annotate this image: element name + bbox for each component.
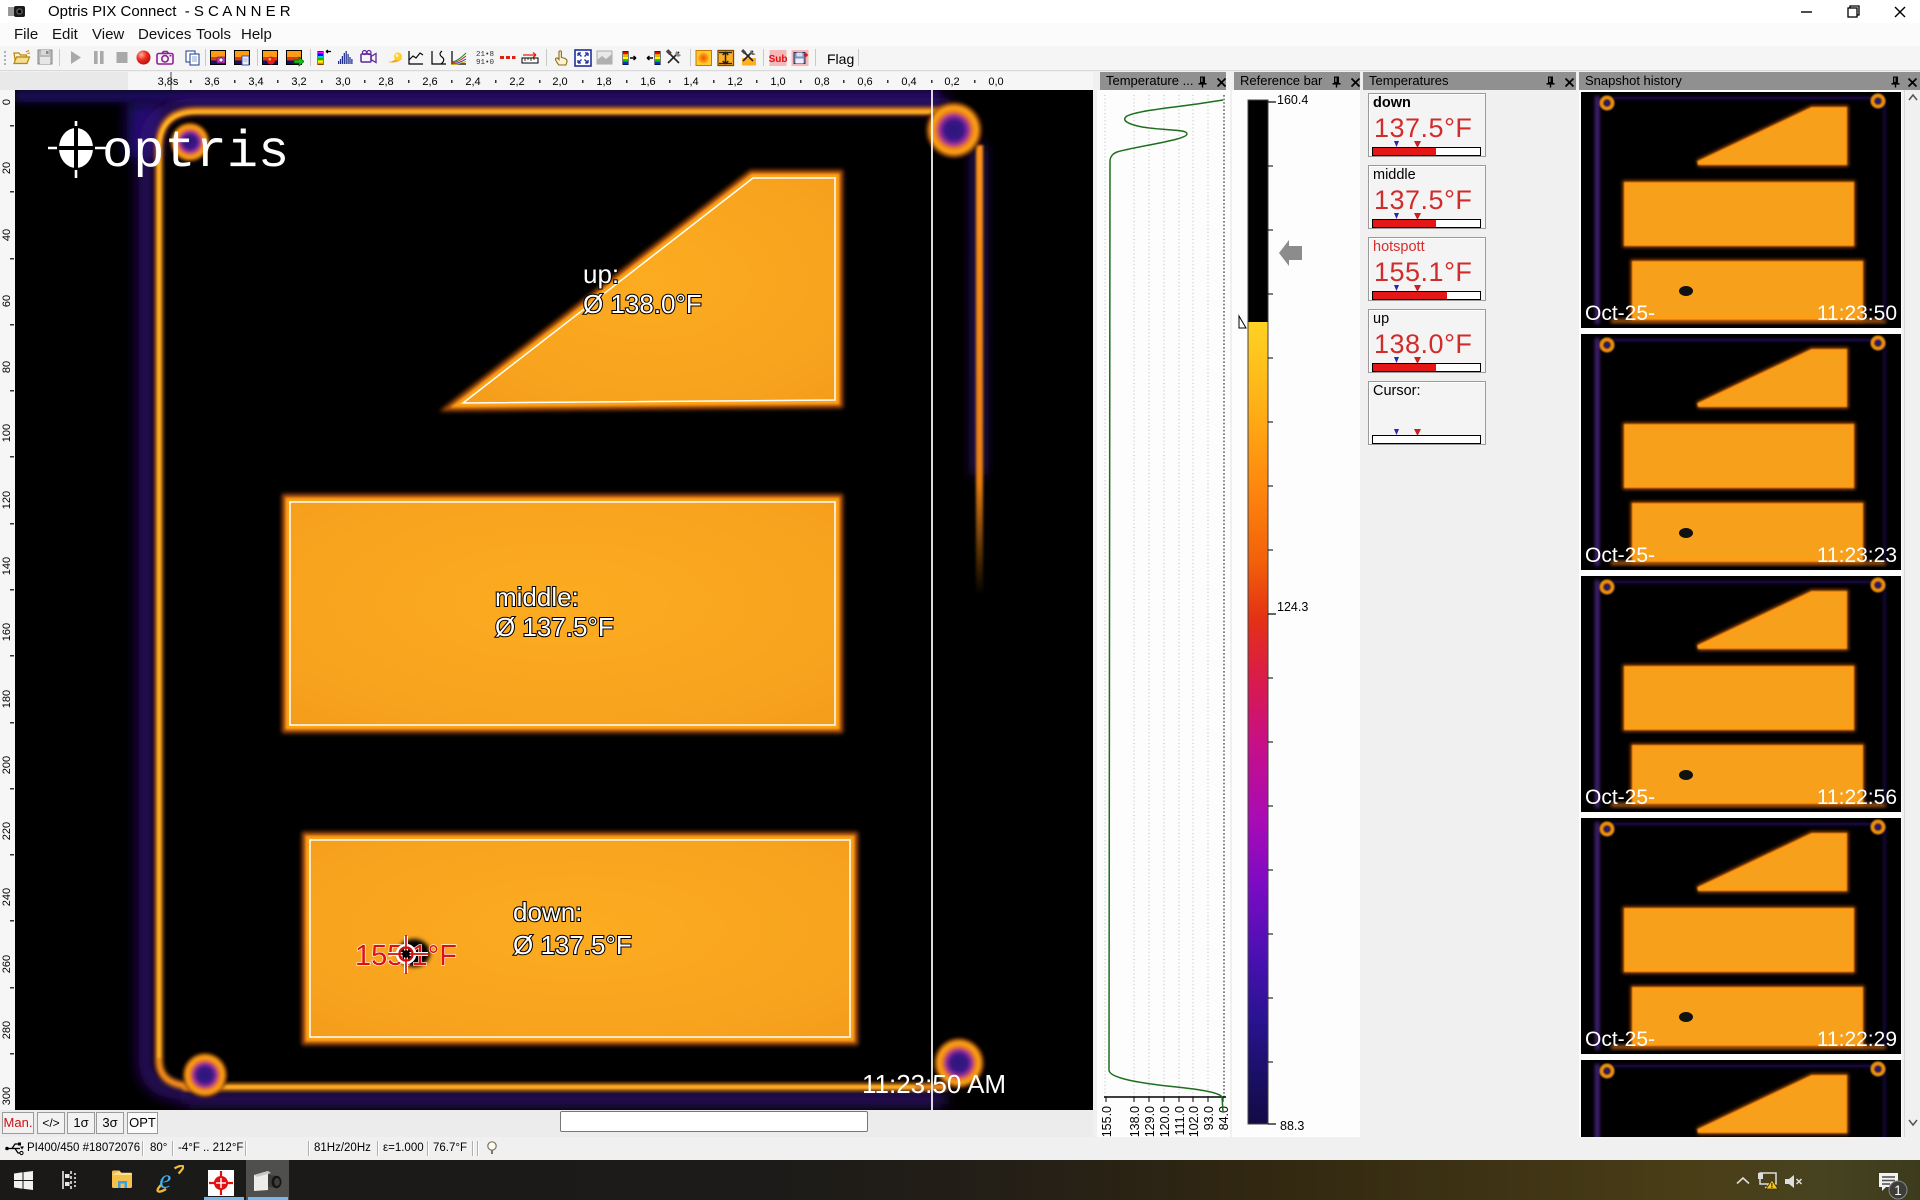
svg-text:3,8s: 3,8s — [158, 76, 179, 88]
svg-text:11:22:29: 11:22:29 — [1817, 1028, 1897, 1051]
svg-text:80: 80 — [1, 361, 13, 373]
svg-text:220: 220 — [1, 822, 13, 840]
svg-text:100: 100 — [1, 424, 13, 442]
svg-text:93.0: 93.0 — [1202, 1106, 1216, 1130]
svg-text:11:23:50 AM: 11:23:50 AM — [862, 1069, 1006, 1099]
svg-text:1,6: 1,6 — [640, 76, 655, 88]
svg-text:240: 240 — [1, 888, 13, 906]
svg-text:3,0: 3,0 — [335, 76, 350, 88]
svg-text:2,6: 2,6 — [422, 76, 437, 88]
svg-text:102.0: 102.0 — [1187, 1106, 1201, 1137]
svg-text:124.3: 124.3 — [1277, 600, 1308, 614]
svg-text:91•0: 91•0 — [476, 59, 495, 67]
svg-text:Oct-25-: Oct-25- — [1585, 786, 1655, 809]
svg-text:138.0: 138.0 — [1128, 1106, 1142, 1137]
svg-text:2,8: 2,8 — [378, 76, 393, 88]
svg-text:e: e — [159, 1165, 171, 1193]
svg-text:20: 20 — [1, 162, 13, 174]
svg-text:120: 120 — [1, 491, 13, 509]
svg-text:60: 60 — [1, 295, 13, 307]
svg-text:3,6: 3,6 — [204, 76, 219, 88]
svg-text:1,8: 1,8 — [596, 76, 611, 88]
svg-text:1,0: 1,0 — [770, 76, 785, 88]
svg-text:1,4: 1,4 — [683, 76, 698, 88]
svg-text:0,6: 0,6 — [857, 76, 872, 88]
svg-text:up:: up: — [583, 259, 619, 289]
svg-text:3,2: 3,2 — [291, 76, 306, 88]
svg-text:129.0: 129.0 — [1143, 1106, 1157, 1137]
svg-text:155.0: 155.0 — [1100, 1106, 1114, 1137]
svg-text:0,4: 0,4 — [901, 76, 916, 88]
svg-text:160: 160 — [1, 623, 13, 641]
svg-text:11:23:50: 11:23:50 — [1817, 302, 1897, 325]
svg-text:0,0: 0,0 — [988, 76, 1003, 88]
svg-text:Ø 138.0°F: Ø 138.0°F — [583, 289, 702, 319]
svg-text:200: 200 — [1, 756, 13, 774]
svg-text:111.0: 111.0 — [1173, 1106, 1187, 1135]
svg-text:middle:: middle: — [495, 582, 579, 612]
svg-text:Oct-25-: Oct-25- — [1585, 1028, 1655, 1051]
svg-text:0,2: 0,2 — [944, 76, 959, 88]
svg-text:180: 180 — [1, 690, 13, 708]
svg-text:11:23:23: 11:23:23 — [1817, 544, 1897, 567]
svg-text:optris: optris — [102, 123, 289, 182]
svg-text:1,2: 1,2 — [727, 76, 742, 88]
svg-text:160.4: 160.4 — [1277, 93, 1308, 107]
svg-text:1: 1 — [1894, 1183, 1902, 1198]
svg-text:0,8: 0,8 — [814, 76, 829, 88]
svg-text:2,4: 2,4 — [465, 76, 480, 88]
svg-text:2,2: 2,2 — [509, 76, 524, 88]
svg-text:0: 0 — [1, 99, 13, 105]
svg-text:280: 280 — [1, 1021, 13, 1039]
svg-text:Ø 137.5°F: Ø 137.5°F — [495, 612, 614, 642]
svg-text:!: ! — [1771, 1183, 1773, 1190]
svg-text:88.3: 88.3 — [1280, 1119, 1304, 1133]
svg-text:Oct-25-: Oct-25- — [1585, 302, 1655, 325]
svg-text:3,4: 3,4 — [248, 76, 263, 88]
svg-text:21•8: 21•8 — [476, 51, 494, 59]
svg-text:Sub: Sub — [769, 54, 787, 65]
svg-text:260: 260 — [1, 955, 13, 973]
svg-text:11:22:56: 11:22:56 — [1817, 786, 1897, 809]
svg-text:300: 300 — [1, 1087, 13, 1105]
svg-text:120.0: 120.0 — [1158, 1106, 1172, 1137]
svg-text:40: 40 — [1, 229, 13, 241]
svg-text:down:: down: — [513, 897, 582, 927]
svg-text:2,0: 2,0 — [552, 76, 567, 88]
svg-text:Oct-25-: Oct-25- — [1585, 544, 1655, 567]
svg-text:140: 140 — [1, 557, 13, 575]
svg-text:Ø 137.5°F: Ø 137.5°F — [513, 930, 632, 960]
